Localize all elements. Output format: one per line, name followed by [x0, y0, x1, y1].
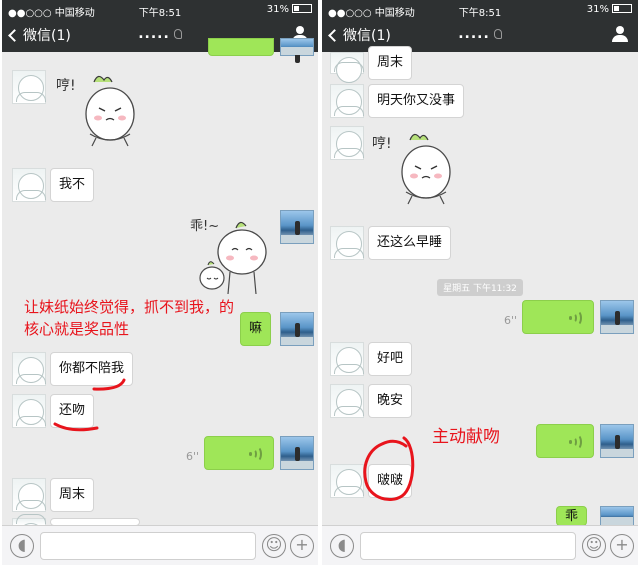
voice-wave-icon [569, 310, 583, 326]
red-annotation: 主动献吻 [432, 427, 500, 447]
input-bar: ◖ ☺ + [322, 525, 638, 565]
chat-title-text: ..... [138, 26, 170, 42]
message-input[interactable] [40, 532, 256, 560]
friend-avatar[interactable] [12, 168, 46, 202]
message-bubble[interactable]: 周末 [368, 46, 413, 80]
red-underline-mark [92, 378, 126, 391]
sticker-text: 哼! [56, 77, 76, 94]
red-circle-mark [363, 436, 415, 501]
voice-wave-icon [249, 446, 263, 462]
self-avatar[interactable] [280, 436, 314, 470]
voice-input-toggle-icon[interactable]: ◖ [330, 534, 354, 558]
voice-duration: 6'' [504, 314, 518, 327]
add-more-icon[interactable]: + [290, 534, 314, 558]
battery-icon [292, 4, 312, 13]
add-more-icon[interactable]: + [610, 534, 634, 558]
message-bubble[interactable]: 周末 [50, 478, 95, 512]
chat-title: ..... [322, 26, 638, 42]
timestamp-label: 星期五 下午11:32 [437, 279, 523, 296]
message-bubble[interactable]: 明天你又没事 [368, 84, 465, 118]
friend-avatar[interactable] [330, 464, 364, 498]
sticker-angry-bun[interactable]: 哼! [54, 68, 154, 150]
message-bubble[interactable]: 晚安 [368, 384, 413, 418]
timestamp-divider: 星期五 下午11:32 [322, 276, 638, 296]
friend-avatar[interactable] [330, 342, 364, 376]
sticker-text: 乖!~ [190, 219, 219, 234]
friend-avatar[interactable] [330, 226, 364, 260]
right-chat-screen: ●●○○○ 中国移动 下午8:51 31% 微信(1) ..... 周末 明天你… [322, 0, 638, 565]
earpiece-mode-icon [493, 29, 502, 39]
self-avatar[interactable] [600, 506, 634, 531]
sticker-good-bun[interactable]: 乖!~ [190, 210, 276, 302]
message-bubble[interactable]: 好吧 [368, 342, 413, 376]
friend-avatar[interactable] [330, 126, 364, 160]
status-bar: ●●○○○ 中国移动 下午8:51 31% [2, 4, 318, 19]
emoji-icon[interactable]: ☺ [582, 534, 606, 558]
self-avatar[interactable] [280, 312, 314, 346]
left-chat-screen: ●●○○○ 中国移动 下午8:51 31% 微信(1) ..... 哼! 我不 … [2, 0, 318, 565]
voice-message-bubble[interactable] [522, 300, 594, 334]
voice-message-bubble[interactable] [536, 424, 594, 458]
sticker-angry-bun[interactable]: 哼! [370, 126, 470, 208]
friend-avatar[interactable] [12, 352, 46, 386]
self-avatar[interactable] [280, 38, 314, 63]
emoji-icon[interactable]: ☺ [262, 534, 286, 558]
message-input[interactable] [360, 532, 576, 560]
message-bubble[interactable]: 还这么早睡 [368, 226, 452, 260]
battery-percent: 31% [266, 4, 289, 15]
voice-input-toggle-icon[interactable]: ◖ [10, 534, 34, 558]
red-underline-mark [53, 422, 99, 432]
voice-wave-icon [569, 434, 583, 450]
chat-info-person-icon[interactable] [612, 26, 628, 42]
message-bubble-self[interactable]: 乖 [556, 506, 588, 526]
self-avatar[interactable] [600, 300, 634, 334]
battery-icon [612, 4, 632, 13]
friend-avatar[interactable] [330, 84, 364, 118]
friend-avatar[interactable] [12, 70, 46, 104]
sticker-text: 哼! [372, 135, 392, 152]
battery-indicator: 31% [587, 4, 632, 15]
self-avatar[interactable] [600, 424, 634, 458]
voice-message-bubble[interactable] [204, 436, 274, 470]
earpiece-mode-icon [173, 29, 182, 39]
input-bar: ◖ ☺ + [2, 525, 318, 565]
battery-indicator: 31% [267, 4, 312, 15]
partial-voice-bubble[interactable] [208, 38, 274, 56]
top-bar: ●●○○○ 中国移动 下午8:51 31% 微信(1) ..... [322, 0, 638, 52]
message-bubble-self[interactable]: 嘛 [240, 312, 272, 346]
status-bar: ●●○○○ 中国移动 下午8:51 31% [322, 4, 638, 19]
red-annotation: 让妹纸始终觉得，抓不到我，的核心就是奖品性 [24, 298, 235, 338]
chat-title-text: ..... [458, 26, 490, 42]
message-bubble[interactable]: 我不 [50, 168, 95, 202]
friend-avatar[interactable] [12, 394, 46, 428]
battery-percent: 31% [586, 4, 609, 15]
friend-avatar[interactable] [330, 52, 364, 83]
friend-avatar[interactable] [330, 384, 364, 418]
voice-duration: 6'' [186, 450, 200, 463]
friend-avatar[interactable] [12, 478, 46, 512]
self-avatar[interactable] [280, 210, 314, 244]
